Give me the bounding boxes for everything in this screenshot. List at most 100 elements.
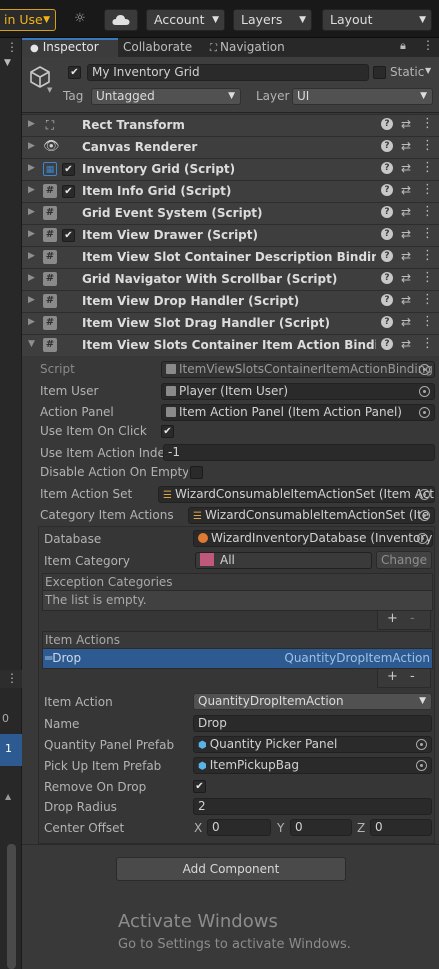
menu-icon[interactable]: ⋮	[421, 248, 434, 263]
object-picker-icon[interactable]	[419, 386, 430, 397]
foldout-collapsed-icon[interactable]: ▶	[28, 119, 35, 129]
pickup-field[interactable]: ⬢ ItemPickupBag	[193, 757, 432, 774]
tab-collaborate[interactable]: Collaborate	[123, 38, 205, 57]
object-picker-icon[interactable]	[416, 739, 427, 750]
menu-icon[interactable]: ⋮	[421, 138, 434, 153]
help-icon[interactable]: ?	[381, 250, 393, 262]
item-action-row[interactable]: ═Drop QuantityDropItemAction	[42, 649, 433, 669]
in-use-dropdown[interactable]: in Use ▼	[0, 9, 56, 31]
component-header[interactable]: ▶ # Grid Navigator With Scrollbar (Script)…	[22, 268, 439, 290]
component-header[interactable]: ▶ ▦ ✔ Inventory Grid (Script)? ⇄ ⋮	[22, 158, 439, 180]
help-icon[interactable]: ?	[381, 162, 393, 174]
use-index-field[interactable]: -1	[163, 444, 435, 461]
presets-icon[interactable]: ⇄	[401, 161, 411, 175]
action-set-field[interactable]: ☰ WizardConsumableItemActionSet (Item Act	[158, 486, 435, 503]
item-action-dropdown[interactable]: QuantityDropItemAction ▼	[193, 693, 432, 710]
selected-row[interactable]: 1	[0, 734, 22, 766]
layout-dropdown[interactable]: Layout ▼	[322, 9, 432, 31]
chevron-down-icon[interactable]: ▼	[425, 66, 431, 75]
menu-icon[interactable]: ⋮	[421, 270, 434, 285]
radius-field[interactable]: 2	[193, 798, 432, 815]
menu-icon[interactable]: ⋮	[421, 226, 434, 241]
component-header[interactable]: ▼ # Item View Slots Container Item Action …	[22, 334, 439, 356]
y-field[interactable]: 0	[290, 819, 352, 836]
lock-icon[interactable]: 🔒︎	[400, 39, 406, 53]
menu-icon[interactable]: ⋮	[421, 160, 434, 175]
foldout-collapsed-icon[interactable]: ▶	[28, 251, 35, 261]
component-header[interactable]: ▶ # Grid Event System (Script)? ⇄ ⋮	[22, 202, 439, 224]
add-component-button[interactable]: Add Component	[116, 857, 346, 881]
presets-icon[interactable]: ⇄	[401, 139, 411, 153]
help-icon[interactable]: ?	[381, 184, 393, 196]
presets-icon[interactable]: ⇄	[401, 271, 411, 285]
object-picker-icon[interactable]	[419, 510, 430, 521]
presets-icon[interactable]: ⇄	[401, 227, 411, 241]
presets-icon[interactable]: ⇄	[401, 183, 411, 197]
foldout-collapsed-icon[interactable]: ▶	[28, 317, 35, 327]
menu-icon[interactable]: ⋮	[6, 40, 18, 54]
remove-checkbox[interactable]: ✔	[193, 780, 206, 793]
database-field[interactable]: WizardInventoryDatabase (Inventory	[193, 530, 433, 547]
help-icon[interactable]: ?	[381, 338, 393, 350]
foldout-collapsed-icon[interactable]: ▶	[28, 273, 35, 283]
help-icon[interactable]: ?	[381, 206, 393, 218]
tag-dropdown[interactable]: Untagged ▼	[91, 88, 241, 105]
tab-inspector[interactable]: ● Inspector	[22, 38, 118, 57]
presets-icon[interactable]: ⇄	[401, 205, 411, 219]
foldout-expanded-icon[interactable]: ▼	[28, 339, 35, 349]
menu-icon[interactable]: ⋮	[421, 204, 434, 219]
sun-icon[interactable]: ☼	[66, 9, 94, 31]
object-picker-icon[interactable]	[419, 407, 430, 418]
component-header[interactable]: ▶ 👁︎ Canvas Renderer? ⇄ ⋮	[22, 136, 439, 158]
object-picker-icon[interactable]	[417, 533, 428, 544]
presets-icon[interactable]: ⇄	[401, 337, 411, 351]
foldout-collapsed-icon[interactable]: ▶	[28, 163, 35, 173]
menu-icon[interactable]: ⋮	[421, 116, 434, 131]
category-field[interactable]: ☰ WizardConsumableItemActionSet (Ite	[188, 507, 435, 524]
quantity-field[interactable]: ⬢ Quantity Picker Panel	[193, 736, 432, 753]
scrollbar-thumb[interactable]	[7, 844, 16, 969]
menu-icon[interactable]: ⋮	[421, 182, 434, 197]
chevron-down-icon[interactable]: ▼	[47, 86, 52, 94]
presets-icon[interactable]: ⇄	[401, 117, 411, 131]
component-header[interactable]: ▶ # Item View Slot Drag Handler (Script)? ⇄…	[22, 312, 439, 334]
layer-dropdown[interactable]: UI ▼	[292, 88, 433, 105]
change-button[interactable]: Change	[376, 551, 432, 569]
component-header[interactable]: ▶ # Item View Slot Container Description B…	[22, 246, 439, 268]
menu-icon[interactable]: ⋮	[6, 671, 18, 685]
remove-icon[interactable]: -	[410, 611, 415, 626]
chevron-down-icon[interactable]: ▼	[4, 58, 11, 68]
scroll-up-icon[interactable]: ▲	[5, 792, 11, 801]
enable-checkbox[interactable]: ✔	[62, 229, 75, 242]
presets-icon[interactable]: ⇄	[401, 293, 411, 307]
foldout-collapsed-icon[interactable]: ▶	[28, 141, 35, 151]
foldout-collapsed-icon[interactable]: ▶	[28, 185, 35, 195]
presets-icon[interactable]: ⇄	[401, 315, 411, 329]
foldout-collapsed-icon[interactable]: ▶	[28, 207, 35, 217]
object-picker-icon[interactable]	[419, 489, 430, 500]
presets-icon[interactable]: ⇄	[401, 249, 411, 263]
action-panel-field[interactable]: Item Action Panel (Item Action Panel)	[161, 404, 435, 421]
enable-checkbox[interactable]: ✔	[62, 163, 75, 176]
menu-icon[interactable]: ⋮	[421, 314, 434, 329]
cloud-button[interactable]	[104, 9, 138, 31]
component-header[interactable]: ▶ ⛶ Rect Transform? ⇄ ⋮	[22, 114, 439, 136]
foldout-collapsed-icon[interactable]: ▶	[28, 295, 35, 305]
help-icon[interactable]: ?	[381, 118, 393, 130]
x-field[interactable]: 0	[207, 819, 271, 836]
static-checkbox[interactable]	[373, 66, 386, 79]
help-icon[interactable]: ?	[381, 140, 393, 152]
account-dropdown[interactable]: Account ▼	[146, 9, 225, 31]
help-icon[interactable]: ?	[381, 316, 393, 328]
z-field[interactable]: 0	[370, 819, 432, 836]
component-header[interactable]: ▶ # ✔ Item Info Grid (Script)? ⇄ ⋮	[22, 180, 439, 202]
item-category-field[interactable]: All	[195, 552, 372, 569]
remove-icon[interactable]: -	[410, 669, 415, 684]
foldout-collapsed-icon[interactable]: ▶	[28, 229, 35, 239]
add-icon[interactable]: +	[387, 611, 398, 626]
menu-icon[interactable]: ⋮	[422, 38, 434, 52]
component-header[interactable]: ▶ # ✔ Item View Drawer (Script)? ⇄ ⋮	[22, 224, 439, 246]
menu-icon[interactable]: ⋮	[421, 336, 434, 351]
help-icon[interactable]: ?	[381, 272, 393, 284]
help-icon[interactable]: ?	[381, 228, 393, 240]
